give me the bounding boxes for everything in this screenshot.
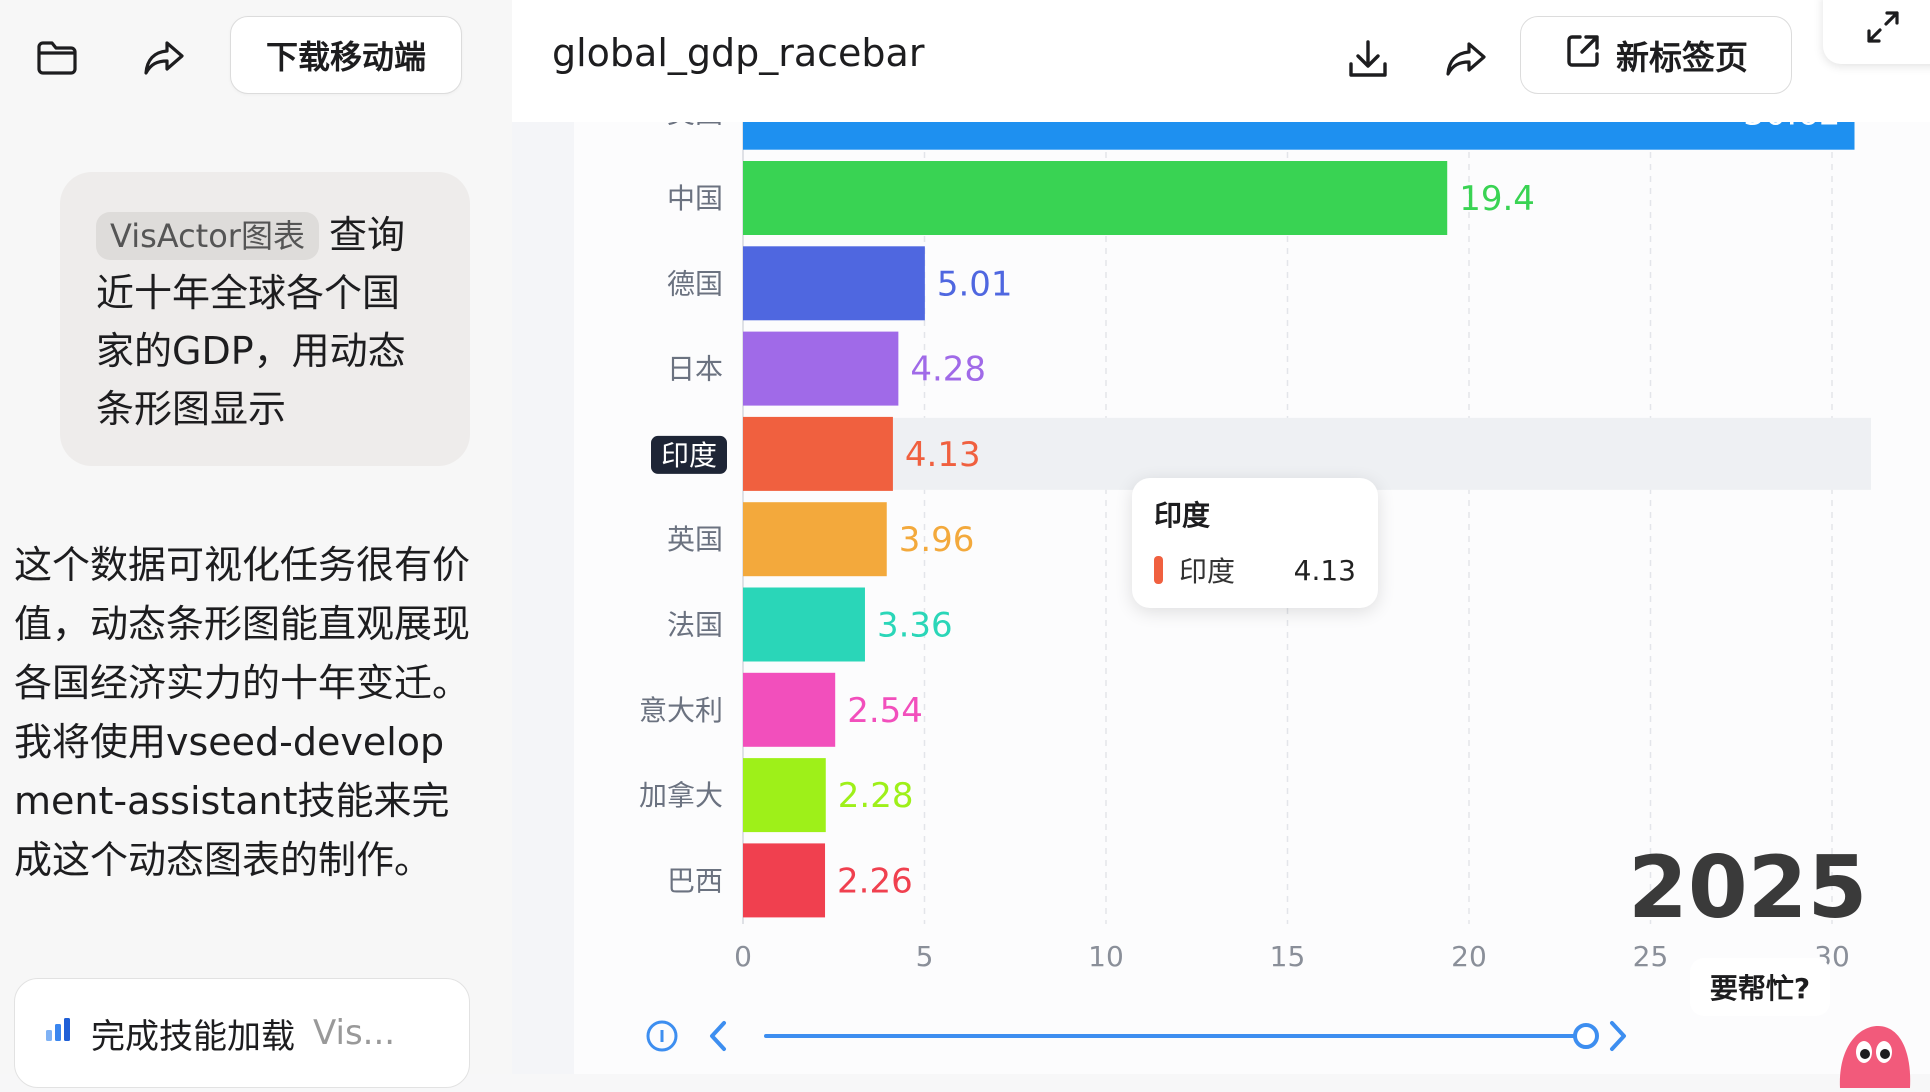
x-tick-label: 10 xyxy=(1088,940,1124,973)
share-icon[interactable] xyxy=(1438,31,1494,87)
category-label: 印度 xyxy=(661,439,717,472)
tooltip-row: 印度 4.13 xyxy=(1154,550,1356,590)
value-label: 19.4 xyxy=(1459,179,1535,219)
category-label: 巴西 xyxy=(667,864,723,897)
prev-frame-icon[interactable] xyxy=(710,1021,726,1051)
category-label: 日本 xyxy=(667,353,723,386)
download-icon[interactable] xyxy=(1340,31,1396,87)
user-message-tag[interactable]: VisActor图表 xyxy=(96,212,319,260)
tooltip-title: 印度 xyxy=(1154,499,1211,532)
chart-tooltip: 印度 印度 4.13 xyxy=(1132,478,1378,608)
value-label: 3.36 xyxy=(877,606,953,646)
chart-grid xyxy=(923,122,1833,924)
category-label: 法国 xyxy=(667,609,723,642)
value-label: 2.28 xyxy=(838,776,914,816)
play-pause-icon[interactable] xyxy=(646,1020,678,1052)
download-mobile-button[interactable]: 下载移动端 xyxy=(230,16,462,94)
tooltip-value: 4.13 xyxy=(1293,553,1356,587)
assistant-mascot-icon[interactable] xyxy=(1832,1018,1914,1088)
value-label: 3.96 xyxy=(899,520,975,560)
help-bubble[interactable]: 要帮忙? xyxy=(1690,958,1830,1016)
folder-icon[interactable] xyxy=(33,34,81,82)
bar[interactable] xyxy=(743,672,836,747)
year-label: 2025 xyxy=(1628,838,1868,938)
skill-card-subtitle: Vis... xyxy=(313,1013,396,1053)
bar[interactable] xyxy=(743,416,893,491)
chat-panel: 下载移动端 VisActor图表 查询近十年全球各个国家的GDP，用动态条形图显示… xyxy=(0,0,513,1088)
assistant-message-text: 这个数据可视化任务很有价值，动态条形图能直观展现各国经济实力的十年变迁。我将使用… xyxy=(14,543,471,882)
tooltip-series-name: 印度 xyxy=(1179,555,1236,588)
share-icon[interactable] xyxy=(140,34,188,82)
category-label: 美国 xyxy=(667,122,723,130)
category-label: 意大利 xyxy=(639,694,723,727)
value-label: 5.01 xyxy=(937,264,1013,304)
bar[interactable] xyxy=(743,843,826,918)
bar[interactable] xyxy=(743,161,1448,235)
bar[interactable] xyxy=(743,331,899,406)
category-label: 中国 xyxy=(667,182,723,215)
timeline-handle[interactable] xyxy=(1573,1023,1599,1049)
user-message-bubble: VisActor图表 查询近十年全球各个国家的GDP，用动态条形图显示 xyxy=(60,172,470,466)
value-label: 2.26 xyxy=(837,861,913,901)
bar[interactable] xyxy=(743,246,925,321)
x-tick-label: 15 xyxy=(1270,940,1306,973)
skill-card-label: 完成技能加载 xyxy=(91,1016,295,1057)
document-title: global_gdp_racebar xyxy=(552,31,925,75)
value-label: 2.54 xyxy=(847,691,923,731)
expand-icon xyxy=(1863,7,1903,51)
bar[interactable] xyxy=(743,758,826,833)
x-tick-label: 5 xyxy=(916,940,934,973)
value-label: 4.28 xyxy=(910,350,986,390)
chart-icon xyxy=(43,1013,73,1053)
category-label: 德国 xyxy=(667,267,723,300)
timeline-player xyxy=(646,1020,1626,1052)
next-frame-icon[interactable] xyxy=(1610,1021,1626,1051)
bar[interactable] xyxy=(743,587,865,662)
value-label: 30.62 xyxy=(1743,122,1840,134)
category-label: 加拿大 xyxy=(639,779,723,812)
external-link-icon xyxy=(1564,32,1602,78)
fullscreen-button[interactable] xyxy=(1823,0,1930,64)
tooltip-color-swatch xyxy=(1154,556,1163,584)
preview-header: global_gdp_racebar 新标签页 xyxy=(512,0,1930,123)
x-tick-label: 25 xyxy=(1633,940,1669,973)
x-tick-label: 0 xyxy=(734,940,752,973)
bar[interactable] xyxy=(743,122,1855,150)
open-new-tab-button[interactable]: 新标签页 xyxy=(1520,16,1792,94)
value-label: 4.13 xyxy=(905,435,981,475)
new-tab-label: 新标签页 xyxy=(1616,38,1748,77)
chart-preview-area: 051015202530美国30.62中国19.4德国5.01日本4.28印度4… xyxy=(512,122,1930,1074)
bar[interactable] xyxy=(743,502,887,577)
skill-load-card[interactable]: 完成技能加载 Vis... xyxy=(14,978,470,1088)
x-tick-label: 20 xyxy=(1451,940,1487,973)
category-label: 英国 xyxy=(667,523,723,556)
